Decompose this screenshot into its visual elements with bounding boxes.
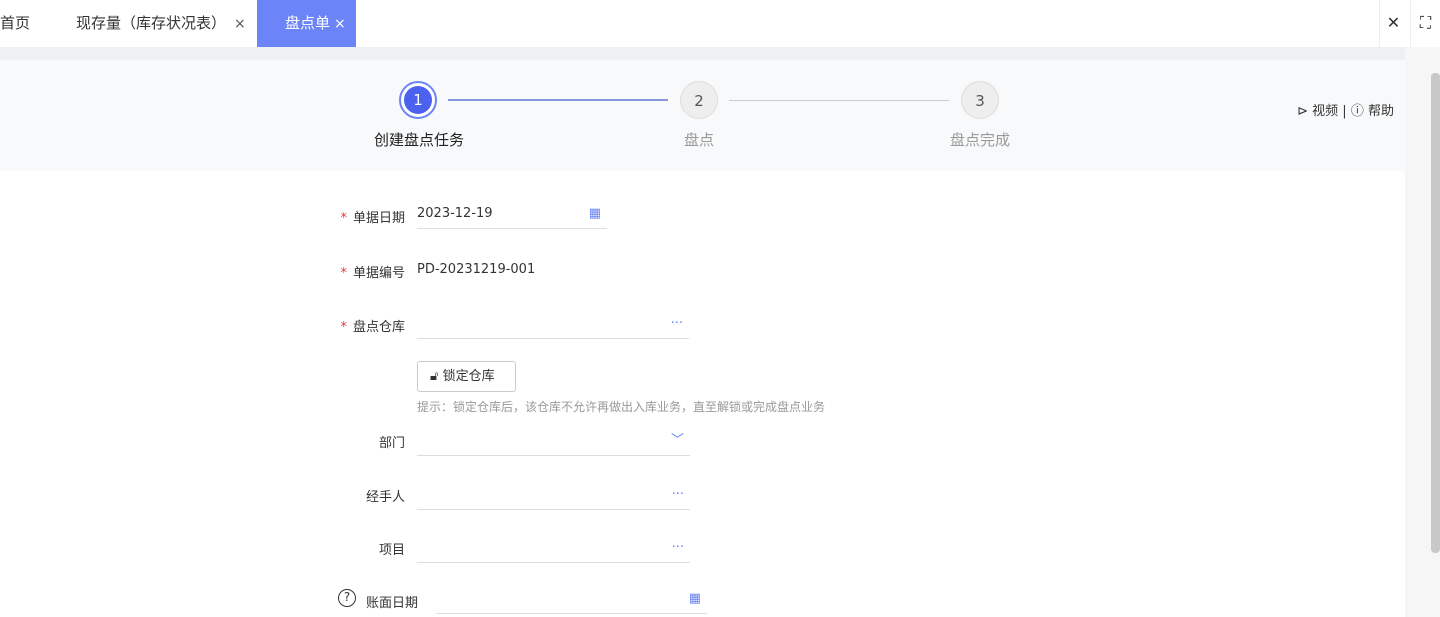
step-1-label: 创建盘点任务 xyxy=(373,131,464,149)
step-1: 1 xyxy=(399,81,437,119)
step-connector xyxy=(729,100,949,101)
date-label: * 单据日期 xyxy=(305,207,405,226)
handler-field[interactable]: ··· xyxy=(417,480,690,510)
step-3-label: 盘点完成 xyxy=(949,131,1010,149)
required-mark: * xyxy=(340,211,347,226)
button-label: 锁定仓库 xyxy=(442,369,495,384)
tab-inventory-count[interactable]: 盘点单 × xyxy=(257,0,356,47)
chevron-down-icon[interactable]: ﹀ xyxy=(671,426,684,456)
warehouse-field[interactable]: ··· xyxy=(417,309,689,339)
tab-label: 盘点单 xyxy=(285,14,331,32)
tab-label: 首页 xyxy=(0,14,31,32)
department-label: 部门 xyxy=(378,436,405,451)
number-value: PD-20231219-001 xyxy=(417,262,536,277)
scrollbar[interactable] xyxy=(1405,47,1440,617)
separator: | xyxy=(1342,104,1347,119)
project-label: 项目 xyxy=(378,543,405,558)
fullscreen-icon[interactable]: ⛶ xyxy=(1410,0,1440,47)
tab-stock-status[interactable]: 现存量（库存状况表） × xyxy=(76,0,246,47)
book-date-field[interactable]: ▦ xyxy=(436,584,707,614)
step-2-label: 盘点 xyxy=(683,131,714,149)
label-text: 单据日期 xyxy=(352,211,405,226)
help-links: ⊳ 视频 | ⓘ 帮助 xyxy=(1297,100,1394,119)
required-mark: * xyxy=(340,320,347,335)
scrollbar-thumb[interactable] xyxy=(1431,73,1440,553)
tab-home[interactable]: 首页 xyxy=(0,0,30,47)
help-link[interactable]: 帮助 xyxy=(1368,104,1394,119)
step-progress: 1 2 3 创建盘点任务 盘点 盘点完成 ⊳ 视频 | ⓘ 帮助 xyxy=(0,60,1405,171)
calendar-icon[interactable]: ▦ xyxy=(589,199,601,229)
close-icon[interactable]: × xyxy=(234,16,246,32)
close-icon[interactable]: × xyxy=(334,16,346,32)
department-select[interactable]: ﹀ xyxy=(417,426,690,456)
number-label: * 单据编号 xyxy=(305,262,405,281)
close-all-button[interactable]: ✕ xyxy=(1379,0,1407,47)
book-date-label: 账面日期 xyxy=(366,596,419,611)
step-2: 2 xyxy=(680,81,718,119)
more-icon[interactable]: ··· xyxy=(671,309,683,339)
lock-warehouse-button[interactable]: 🔓︎ 锁定仓库 xyxy=(417,361,516,392)
step-connector xyxy=(448,99,668,101)
warehouse-label: * 盘点仓库 xyxy=(305,316,405,335)
handler-label: 经手人 xyxy=(365,490,405,505)
step-number: 1 xyxy=(404,86,432,114)
project-field[interactable]: ··· xyxy=(417,533,690,563)
tab-bar: 首页 现存量（库存状况表） × 盘点单 × ✕ ⛶ xyxy=(0,0,1440,47)
divider xyxy=(0,47,1405,60)
tab-label: 现存量（库存状况表） xyxy=(76,14,227,32)
video-link[interactable]: 视频 xyxy=(1312,104,1338,119)
step-3: 3 xyxy=(961,81,999,119)
label-text: 单据编号 xyxy=(352,266,405,281)
required-mark: * xyxy=(340,266,347,281)
calendar-icon[interactable]: ▦ xyxy=(689,584,701,614)
unlock-icon: 🔓︎ xyxy=(430,369,439,384)
question-icon: ⓘ xyxy=(1350,104,1364,119)
hint-text: 提示：锁定仓库后，该仓库不允许再做出入库业务，直至解锁或完成盘点业务 xyxy=(417,400,826,414)
date-value: 2023-12-19 xyxy=(417,206,493,221)
more-icon[interactable]: ··· xyxy=(672,480,684,510)
date-field[interactable]: 2023-12-19 ▦ xyxy=(417,199,607,229)
more-icon[interactable]: ··· xyxy=(672,533,684,563)
label-text: 盘点仓库 xyxy=(352,320,405,335)
question-icon[interactable]: ? xyxy=(338,589,356,607)
play-icon: ⊳ xyxy=(1297,104,1308,119)
